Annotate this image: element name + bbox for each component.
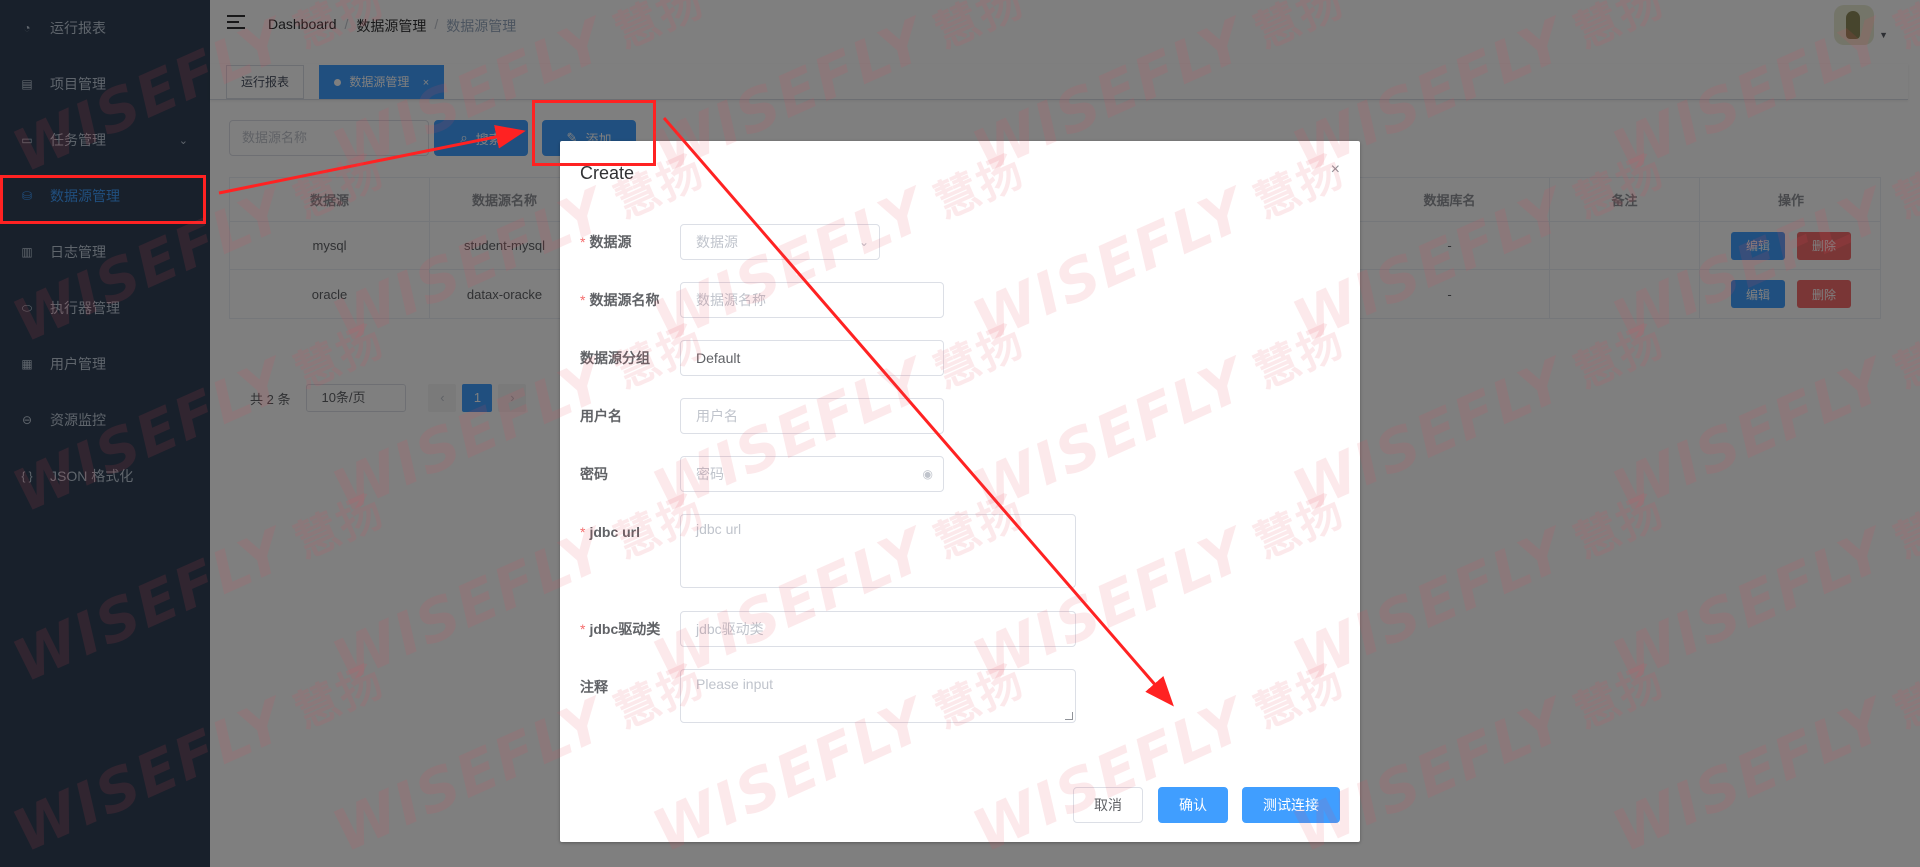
label-text: jdbc url: [589, 524, 641, 540]
close-icon[interactable]: ×: [1331, 161, 1340, 179]
username-input[interactable]: 用户名: [680, 398, 944, 434]
required-mark: *: [580, 234, 586, 250]
select-placeholder: 数据源: [696, 234, 738, 250]
confirm-button[interactable]: 确认: [1158, 787, 1228, 823]
cancel-button[interactable]: 取消: [1073, 787, 1143, 823]
field-label-username: 用户名: [580, 408, 622, 424]
password-input[interactable]: 密码 ◉: [680, 456, 944, 492]
required-mark: *: [580, 292, 586, 308]
label-text: 数据源名称: [589, 292, 660, 308]
field-label-password: 密码: [580, 466, 608, 482]
create-dialog: Create × * 数据源 数据源 ⌄ * 数据源名称 数据源名称 数据源分组 D…: [560, 141, 1360, 842]
jdbc-driver-input[interactable]: jdbc驱动类: [680, 611, 1076, 647]
eye-icon[interactable]: ◉: [923, 457, 933, 491]
datasource-name-input[interactable]: 数据源名称: [680, 282, 944, 318]
resize-handle-icon[interactable]: [1065, 712, 1073, 720]
field-label-group: 数据源分组: [580, 350, 650, 366]
datasource-group-input[interactable]: Default: [680, 340, 944, 376]
field-label-name: * 数据源名称: [580, 282, 680, 318]
annotation-highlight-sidebar: [0, 175, 206, 224]
label-text: 数据源: [589, 234, 632, 250]
required-mark: *: [580, 524, 586, 540]
textarea-placeholder: Please input: [696, 676, 774, 692]
field-label-jdbc-driver: * jdbc驱动类: [580, 611, 680, 647]
chevron-down-icon: ⌄: [858, 235, 869, 249]
jdbc-url-textarea[interactable]: jdbc url: [680, 514, 1076, 588]
dialog-title: Create: [580, 163, 635, 183]
annotation-highlight-add: [532, 100, 656, 166]
required-mark: *: [580, 621, 586, 637]
field-label-jdbc-url: * jdbc url: [580, 514, 680, 550]
comment-textarea[interactable]: Please input: [680, 669, 1076, 723]
field-label-source: * 数据源: [580, 224, 680, 260]
label-text: jdbc驱动类: [589, 621, 661, 637]
password-placeholder: 密码: [696, 466, 724, 482]
source-select[interactable]: 数据源 ⌄: [680, 224, 880, 260]
textarea-placeholder: jdbc url: [696, 521, 742, 537]
field-label-comment: 注释: [580, 679, 608, 695]
test-connection-button[interactable]: 测试连接: [1242, 787, 1340, 823]
